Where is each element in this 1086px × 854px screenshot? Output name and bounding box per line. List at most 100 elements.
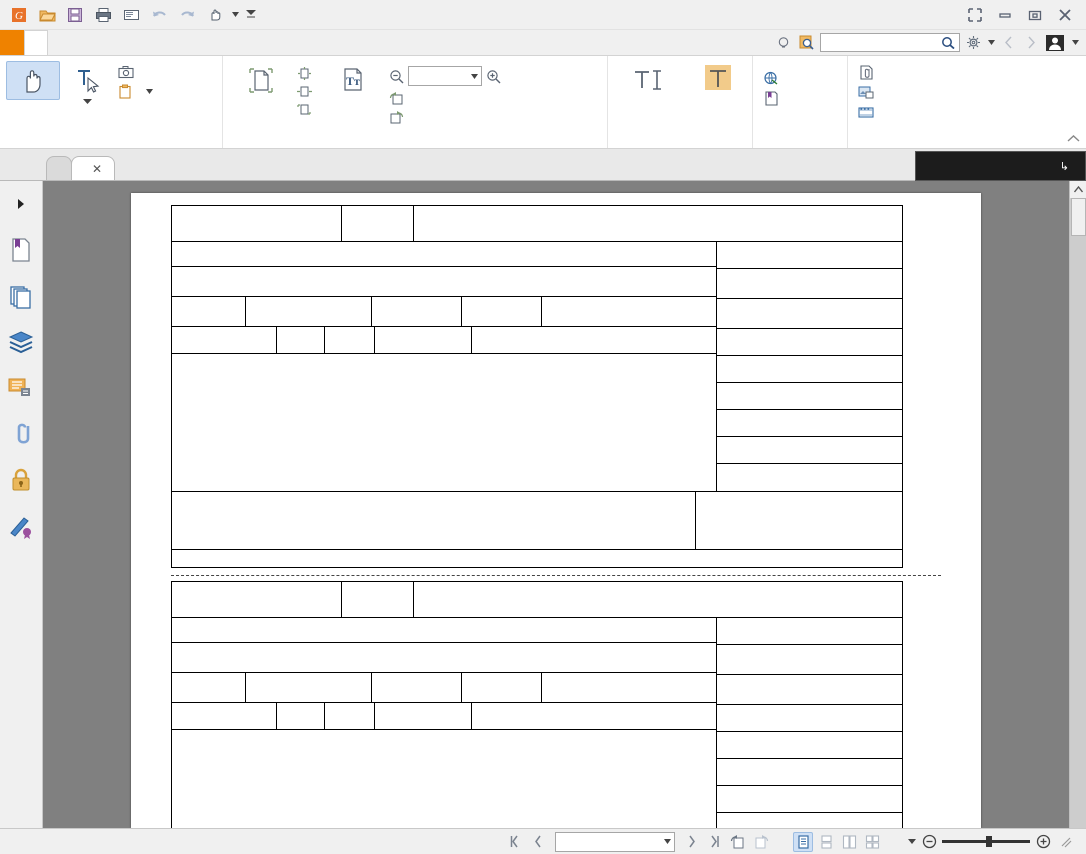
menu-tab-proteger[interactable]: [144, 30, 168, 55]
attachments-panel-icon[interactable]: [6, 419, 36, 449]
page-scroll-area[interactable]: [43, 181, 1069, 828]
boleto-left-column-1: [172, 242, 716, 491]
fit-page-button[interactable]: [293, 65, 321, 82]
layers-panel-icon[interactable]: [6, 327, 36, 357]
scroll-up-button[interactable]: [1069, 181, 1086, 198]
last-page-button[interactable]: [705, 832, 725, 852]
doc-tab-boleto[interactable]: ✕: [71, 156, 116, 180]
collapse-ribbon-button[interactable]: [1067, 134, 1080, 146]
security-panel-icon[interactable]: [6, 465, 36, 495]
find-icon[interactable]: [798, 33, 816, 53]
bookmark-button[interactable]: [759, 89, 788, 108]
menu-tab-pagina-inicial[interactable]: [24, 30, 48, 55]
save-icon[interactable]: [62, 3, 88, 27]
zoom-in-icon[interactable]: [486, 69, 501, 84]
menu-tab-formulario[interactable]: [120, 30, 144, 55]
scrollbar-track[interactable]: [1069, 198, 1086, 828]
undo-icon[interactable]: [146, 3, 172, 27]
next-view-nav-icon[interactable]: [1022, 33, 1040, 53]
resize-grip-icon[interactable]: [1056, 832, 1076, 852]
hand-tool-button[interactable]: [6, 61, 60, 100]
email-icon[interactable]: [118, 3, 144, 27]
close-tab-icon[interactable]: ✕: [92, 162, 102, 176]
next-view-button[interactable]: [751, 832, 771, 852]
zoom-slider-thumb[interactable]: [986, 836, 992, 847]
tell-me-button[interactable]: [777, 36, 794, 50]
restore-icon[interactable]: [1020, 2, 1050, 28]
select-tool-button[interactable]: [60, 61, 114, 104]
print-icon[interactable]: [90, 3, 116, 27]
previous-page-button[interactable]: [528, 832, 548, 852]
close-icon[interactable]: [1050, 2, 1080, 28]
rotate-left-button[interactable]: [385, 89, 505, 107]
audio-video-button[interactable]: [854, 103, 883, 122]
search-input[interactable]: [820, 33, 960, 52]
rotate-right-button[interactable]: [385, 108, 505, 126]
uso-banco-cell-1: [172, 327, 277, 353]
fullscreen-icon[interactable]: [960, 2, 990, 28]
scrollbar-thumb[interactable]: [1070, 198, 1086, 236]
doc-tab-iniciar[interactable]: [46, 156, 72, 180]
foxit-logo-icon[interactable]: G: [6, 3, 32, 27]
signatures-panel-icon[interactable]: [6, 511, 36, 541]
menu-tab-comentar[interactable]: [48, 30, 72, 55]
bookmark-panel-icon[interactable]: [6, 235, 36, 265]
sacador-avalista-1: [172, 549, 902, 567]
zoom-slider-track[interactable]: [942, 836, 1030, 847]
zoom-slider[interactable]: [942, 836, 1030, 847]
clipboard-button[interactable]: [114, 82, 157, 101]
previous-view-nav-icon[interactable]: [1000, 33, 1018, 53]
boleto-right-column-2: [716, 618, 902, 828]
ribbon-group-inserir: [847, 56, 1086, 148]
link-button[interactable]: [759, 69, 788, 88]
aceite-cell-1: [462, 297, 542, 326]
expand-panel-icon[interactable]: [6, 189, 36, 219]
menu-tab-compartilhar[interactable]: [168, 30, 192, 55]
open-icon[interactable]: [34, 3, 60, 27]
next-page-button[interactable]: [682, 832, 702, 852]
pages-panel-icon[interactable]: [6, 281, 36, 311]
settings-gear-icon[interactable]: [964, 33, 982, 53]
minimize-icon[interactable]: [990, 2, 1020, 28]
file-attachment-button[interactable]: [854, 63, 883, 82]
status-bar: [0, 828, 1086, 854]
zoom-out-icon[interactable]: [389, 69, 404, 84]
boleto-header-row-1: [172, 206, 902, 242]
continuous-facing-view-button[interactable]: [862, 832, 882, 852]
highlight-button[interactable]: [690, 61, 746, 96]
hand-tool-icon[interactable]: [202, 3, 228, 27]
zoom-preset-dropdown-icon[interactable]: [908, 839, 916, 844]
zoom-in-status-button[interactable]: [1033, 832, 1053, 852]
hand-tool-dropdown-icon[interactable]: [230, 3, 240, 27]
pdf-to-word-promo-banner[interactable]: ↳: [915, 151, 1086, 181]
settings-dropdown-icon[interactable]: [986, 33, 996, 53]
facing-view-button[interactable]: [839, 832, 859, 852]
reflow-button[interactable]: Tт: [321, 61, 385, 100]
vertical-scrollbar[interactable]: [1069, 181, 1086, 828]
pdf-page: [131, 193, 981, 828]
first-page-button[interactable]: [505, 832, 525, 852]
user-dropdown-icon[interactable]: [1070, 33, 1080, 53]
user-avatar-icon[interactable]: [1044, 33, 1066, 53]
snapshot-icon: [118, 66, 134, 79]
fit-width-button[interactable]: [293, 83, 321, 100]
previous-view-button[interactable]: [728, 832, 748, 852]
page-number-input[interactable]: [555, 831, 675, 852]
comments-panel-icon[interactable]: [6, 373, 36, 403]
fit-visible-button[interactable]: [293, 101, 321, 118]
menu-tab-arquivo[interactable]: [0, 30, 24, 55]
zoom-out-status-button[interactable]: [919, 832, 939, 852]
actual-size-button[interactable]: [229, 61, 293, 100]
zoom-level-select[interactable]: [408, 66, 482, 86]
menu-tab-ajuda[interactable]: [192, 30, 216, 55]
customize-qat-icon[interactable]: [242, 3, 260, 27]
continuous-view-button[interactable]: [816, 832, 836, 852]
menu-tab-preencher-assinar[interactable]: [72, 30, 96, 55]
boleto-body-2: [171, 581, 903, 828]
single-page-view-button[interactable]: [793, 831, 813, 852]
menu-tab-exibir[interactable]: [96, 30, 120, 55]
snapshot-button[interactable]: [114, 63, 157, 81]
image-annotation-button[interactable]: [854, 83, 883, 102]
redo-icon[interactable]: [174, 3, 200, 27]
typewriter-button[interactable]: [614, 61, 682, 96]
